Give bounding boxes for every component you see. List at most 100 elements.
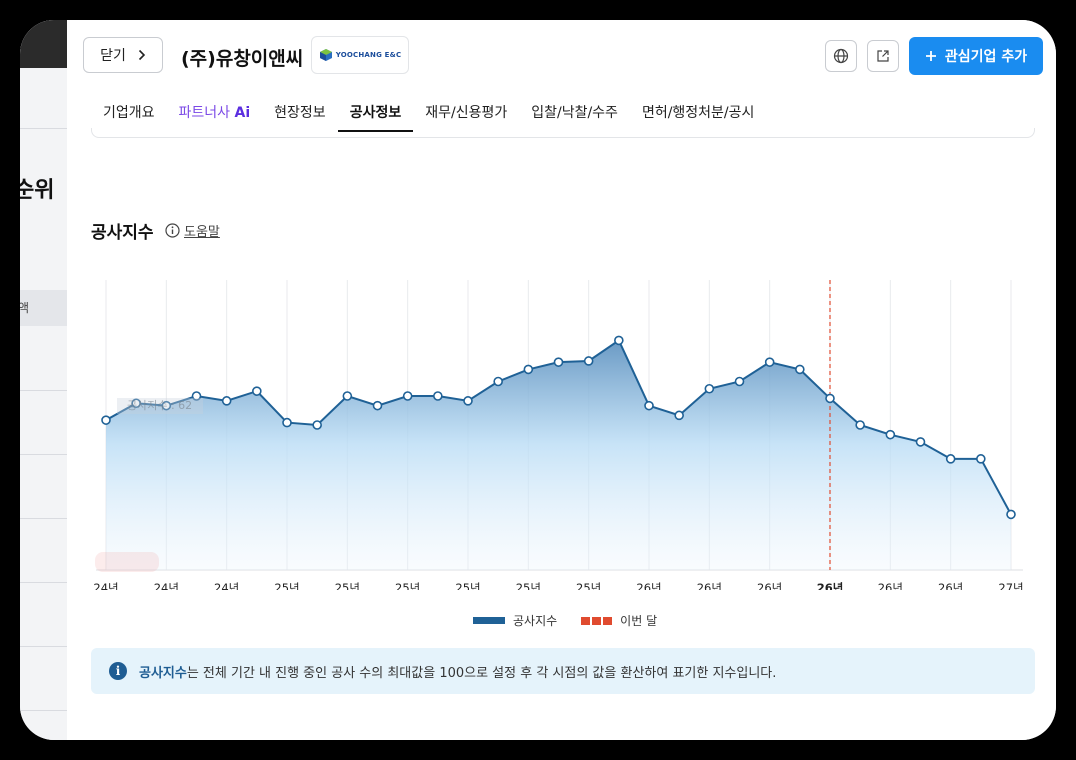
data-point bbox=[553, 357, 564, 367]
background-divider bbox=[20, 582, 70, 583]
globe-icon bbox=[833, 48, 849, 64]
tab-license-disclosure[interactable]: 면허/행정처분/공시 bbox=[630, 92, 766, 132]
tick-label-year: 24년 bbox=[93, 581, 118, 590]
data-point bbox=[855, 420, 865, 430]
close-label: 닫기 bbox=[100, 48, 126, 64]
info-outline-icon bbox=[165, 223, 180, 238]
background-rank-heading: 순위 bbox=[20, 178, 55, 203]
tick-label-year: 26년 bbox=[817, 581, 844, 590]
tick-label-year: 25년 bbox=[395, 581, 420, 590]
data-point bbox=[221, 396, 232, 406]
data-point bbox=[825, 393, 835, 404]
tab-label: 입찰/낙찰/수주 bbox=[531, 105, 618, 121]
tab-label: 파트너사 bbox=[178, 105, 231, 121]
section-title: 공사지수 bbox=[91, 223, 154, 243]
data-point bbox=[523, 364, 534, 375]
tab-finance-credit[interactable]: 재무/신용평가 bbox=[413, 92, 519, 132]
ai-badge: Ai bbox=[234, 105, 251, 121]
data-point bbox=[372, 400, 383, 411]
company-detail-panel: 닫기 (주)유창이앤씨 YOOCHANG E&C 관심기업 추가 기업개요 파트… bbox=[67, 20, 1056, 740]
tab-label: 현장정보 bbox=[274, 105, 326, 121]
info-term: 공사지수 bbox=[139, 665, 187, 681]
data-point bbox=[252, 386, 262, 396]
open-external-button[interactable] bbox=[867, 40, 899, 72]
background-divider bbox=[20, 454, 70, 455]
data-point bbox=[342, 391, 353, 401]
tablet-screen: 순위 액 닫기 (주)유창이앤씨 YOOCHANG E&C 관심기업 추가 기업… bbox=[20, 20, 1056, 740]
tab-construction-info[interactable]: 공사정보 bbox=[337, 92, 414, 132]
tab-label: 재무/신용평가 bbox=[425, 105, 508, 121]
legend-current-month-label: 이번 달 bbox=[620, 614, 658, 628]
data-point bbox=[402, 391, 413, 401]
tab-site-info[interactable]: 현장정보 bbox=[262, 92, 338, 132]
info-icon: i bbox=[109, 662, 127, 680]
data-point bbox=[915, 437, 926, 447]
legend-series-label: 공사지수 bbox=[513, 614, 558, 628]
add-favorite-company-button[interactable]: 관심기업 추가 bbox=[909, 37, 1043, 75]
help-label: 도움말 bbox=[184, 225, 220, 240]
tooltip-shadow bbox=[95, 552, 159, 572]
data-point bbox=[583, 356, 594, 366]
background-topbar bbox=[20, 20, 70, 68]
data-point bbox=[644, 400, 654, 411]
tick-label-year: 26년 bbox=[757, 581, 782, 590]
data-point bbox=[101, 415, 111, 425]
data-point bbox=[945, 454, 956, 464]
data-point bbox=[704, 383, 715, 394]
tick-label-year: 25년 bbox=[455, 581, 480, 590]
data-point bbox=[976, 454, 986, 464]
tab-label: 공사정보 bbox=[349, 105, 402, 121]
tab-partners-ai[interactable]: 파트너사 Ai bbox=[167, 92, 263, 132]
card-bottom-edge bbox=[91, 128, 1035, 138]
data-point bbox=[734, 376, 745, 387]
add-favorite-label: 관심기업 추가 bbox=[944, 49, 1028, 65]
info-banner: i 공사지수 는 전체 기간 내 진행 중인 공사 수의 최대값을 100으로 설… bbox=[91, 648, 1035, 694]
tab-label: 기업개요 bbox=[103, 105, 155, 121]
logo-text: YOOCHANG E&C bbox=[335, 51, 402, 59]
background-divider bbox=[20, 710, 70, 711]
tick-label-year: 26년 bbox=[636, 581, 661, 590]
tick-label-year: 26년 bbox=[697, 581, 722, 590]
tick-label-year: 25년 bbox=[335, 581, 360, 590]
tick-label-year: 24년 bbox=[154, 581, 179, 590]
detail-tabs: 기업개요 파트너사 Ai 현장정보 공사정보 재무/신용평가 입찰/낙찰/수주 … bbox=[91, 92, 766, 132]
background-divider bbox=[20, 128, 70, 129]
background-divider bbox=[20, 518, 70, 519]
tick-label-year: 26년 bbox=[938, 581, 963, 590]
construction-index-chart: 24년7월24년9월24년11월25년1월25년3월25년5월25년7월25년9… bbox=[93, 280, 1024, 590]
tick-label-year: 27년 bbox=[998, 581, 1023, 590]
plus-icon bbox=[925, 51, 936, 61]
external-link-icon bbox=[877, 50, 889, 62]
data-point bbox=[463, 396, 473, 406]
data-point bbox=[433, 391, 443, 401]
tick-label-year: 25년 bbox=[274, 581, 299, 590]
legend-current-month-swatch bbox=[581, 616, 613, 625]
data-point bbox=[1006, 509, 1016, 520]
data-point bbox=[795, 364, 805, 375]
tick-label-year: 25년 bbox=[516, 581, 541, 590]
tab-bidding[interactable]: 입찰/낙찰/수주 bbox=[519, 92, 630, 132]
help-link[interactable]: 도움말 bbox=[165, 221, 220, 240]
data-point bbox=[614, 335, 624, 346]
data-point bbox=[885, 429, 896, 440]
data-point bbox=[312, 420, 322, 430]
chevron-right-icon bbox=[138, 49, 146, 61]
website-button[interactable] bbox=[825, 40, 857, 72]
data-point bbox=[674, 410, 684, 421]
background-page: 순위 액 bbox=[20, 20, 70, 740]
data-point bbox=[282, 417, 292, 428]
tick-label-year: 25년 bbox=[576, 581, 601, 590]
tab-overview[interactable]: 기업개요 bbox=[91, 92, 167, 132]
chart-legend: 공사지수 이번 달 bbox=[473, 612, 657, 629]
close-button[interactable]: 닫기 bbox=[83, 37, 163, 73]
chart-tooltip: 공사지수 : 62 bbox=[117, 398, 203, 414]
tick-label-year: 24년 bbox=[214, 581, 239, 590]
tab-label: 면허/행정처분/공시 bbox=[641, 105, 755, 121]
legend-series-swatch bbox=[473, 617, 505, 624]
series-area bbox=[106, 340, 1011, 570]
company-name: (주)유창이앤씨 bbox=[181, 48, 304, 70]
data-point bbox=[764, 357, 775, 367]
info-text: 는 전체 기간 내 진행 중인 공사 수의 최대값을 100으로 설정 후 각 … bbox=[186, 665, 777, 681]
logo-mark-icon bbox=[319, 49, 332, 61]
panel-header: 닫기 (주)유창이앤씨 YOOCHANG E&C 관심기업 추가 bbox=[67, 20, 1056, 92]
